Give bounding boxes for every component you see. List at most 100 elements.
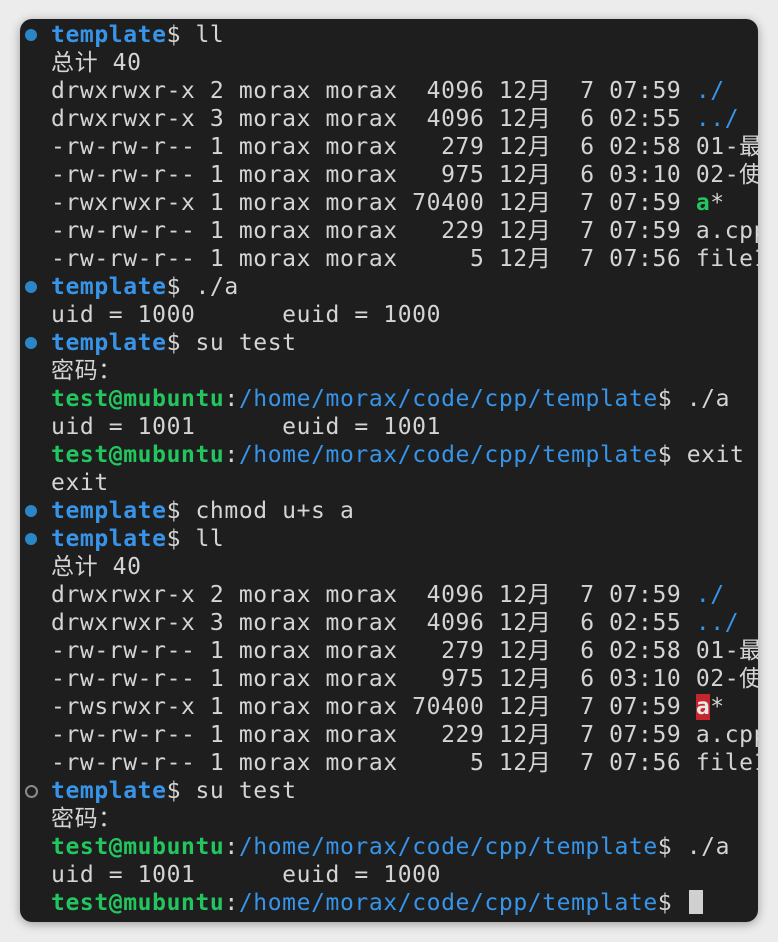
output-text: exit xyxy=(51,470,109,496)
prompt-path: /home/morax/code/cpp/template xyxy=(238,442,658,468)
ls-entry-meta: -rwsrwxr-x 1 morax morax 70400 12月 7 07:… xyxy=(51,694,696,720)
command-marker-filled-icon[interactable] xyxy=(25,29,37,41)
prompt-symbol: $ xyxy=(657,386,673,412)
ls-entry-name: a xyxy=(695,190,711,216)
command-text: ll xyxy=(181,526,225,552)
prompt-symbol: $ xyxy=(166,778,182,804)
ls-entry: -rw-rw-r-- 1 morax morax 279 12月 6 02:58… xyxy=(20,637,758,665)
command-marker-filled-icon[interactable] xyxy=(25,281,37,293)
command-text: ./a xyxy=(181,274,239,300)
ls-entry: -rw-rw-r-- 1 morax morax 279 12月 6 02:58… xyxy=(20,133,758,161)
output-text: 密码： xyxy=(51,806,122,832)
prompt-user-host: test@mubuntu xyxy=(51,890,225,916)
text-cursor[interactable] xyxy=(688,890,703,914)
prompt-cwd: template xyxy=(51,526,167,552)
ls-entry-meta: -rw-rw-r-- 1 morax morax 279 12月 6 02:58 xyxy=(51,134,696,160)
user-prompt-line: test@mubuntu:/home/morax/code/cpp/templa… xyxy=(20,385,758,413)
command-text: exit xyxy=(672,442,745,468)
prompt-line: template$ ll xyxy=(20,21,758,49)
ls-entry-name: file1 xyxy=(695,246,758,272)
command-text: ./a xyxy=(672,386,731,412)
command-text: chmod u+s a xyxy=(181,498,355,524)
ls-entry-suffix: * xyxy=(710,190,725,216)
command-marker-filled-icon[interactable] xyxy=(25,533,37,545)
ls-entry-suffix: * xyxy=(710,694,725,720)
prompt-colon: : xyxy=(224,386,239,412)
output-text: uid = 1000 euid = 1000 xyxy=(51,302,442,328)
ls-entry-name: a.cpp xyxy=(695,722,758,748)
ls-entry-meta: -rw-rw-r-- 1 morax morax 975 12月 6 03:10 xyxy=(51,162,696,188)
command-marker-filled-icon[interactable] xyxy=(25,505,37,517)
command-marker-hollow-icon[interactable] xyxy=(25,785,38,798)
prompt-user-host: test@mubuntu xyxy=(51,442,225,468)
prompt-symbol: $ xyxy=(166,274,182,300)
prompt-path: /home/morax/code/cpp/template xyxy=(238,834,658,860)
command-text: su test xyxy=(181,778,297,804)
command-text: ll xyxy=(181,22,225,48)
command-text: su test xyxy=(181,330,297,356)
prompt-symbol: $ xyxy=(657,890,673,916)
ls-entry-meta: -rw-rw-r-- 1 morax morax 975 12月 6 03:10 xyxy=(51,666,696,692)
prompt-cwd: template xyxy=(51,498,167,524)
command-marker-filled-icon[interactable] xyxy=(25,337,37,349)
prompt-line: template$ su test xyxy=(20,777,758,805)
ls-entry-meta: drwxrwxr-x 2 morax morax 4096 12月 7 07:5… xyxy=(51,78,696,104)
prompt-cwd: template xyxy=(51,22,167,48)
prompt-line: template$ ./a xyxy=(20,273,758,301)
ls-entry-name: 02-使用 xyxy=(695,666,758,692)
ls-entry: drwxrwxr-x 2 morax morax 4096 12月 7 07:5… xyxy=(20,77,758,105)
ls-entry-meta: -rwxrwxr-x 1 morax morax 70400 12月 7 07:… xyxy=(51,190,696,216)
prompt-colon: : xyxy=(224,442,239,468)
command-text: ./a xyxy=(672,834,731,860)
output-line: 总计 40 xyxy=(20,49,758,77)
prompt-colon: : xyxy=(224,834,239,860)
user-prompt-line: test@mubuntu:/home/morax/code/cpp/templa… xyxy=(20,441,758,469)
output-line: 密码： xyxy=(20,805,758,833)
prompt-symbol: $ xyxy=(657,834,673,860)
ls-entry-name: 02-使用 xyxy=(695,162,758,188)
prompt-symbol: $ xyxy=(166,526,182,552)
output-line: uid = 1000 euid = 1000 xyxy=(20,301,758,329)
output-text: 总计 40 xyxy=(51,554,142,580)
output-text: 总计 40 xyxy=(51,50,142,76)
prompt-cwd: template xyxy=(51,778,167,804)
output-line: 总计 40 xyxy=(20,553,758,581)
prompt-path: /home/morax/code/cpp/template xyxy=(238,386,658,412)
ls-entry-name: ./ xyxy=(695,582,725,608)
terminal-window[interactable]: template$ ll 总计 40 drwxrwxr-x 2 morax mora… xyxy=(20,19,758,922)
ls-entry-meta: -rw-rw-r-- 1 morax morax 5 12月 7 07:56 xyxy=(51,750,696,776)
ls-entry: -rw-rw-r-- 1 morax morax 5 12月 7 07:56 f… xyxy=(20,245,758,273)
prompt-symbol: $ xyxy=(166,330,182,356)
prompt-symbol: $ xyxy=(166,498,182,524)
ls-entry-meta: -rw-rw-r-- 1 morax morax 229 12月 7 07:59 xyxy=(51,722,696,748)
prompt-user-host: test@mubuntu xyxy=(51,834,225,860)
ls-entry-name: 01-最简 xyxy=(695,638,758,664)
ls-entry: -rwsrwxr-x 1 morax morax 70400 12月 7 07:… xyxy=(20,693,758,721)
ls-entry: -rw-rw-r-- 1 morax morax 975 12月 6 03:10… xyxy=(20,161,758,189)
ls-entry: -rwxrwxr-x 1 morax morax 70400 12月 7 07:… xyxy=(20,189,758,217)
prompt-colon: : xyxy=(224,890,239,916)
prompt-path: /home/morax/code/cpp/template xyxy=(238,890,658,916)
ls-entry: -rw-rw-r-- 1 morax morax 229 12月 7 07:59… xyxy=(20,721,758,749)
output-text: uid = 1001 euid = 1000 xyxy=(51,862,442,888)
output-text: 密码： xyxy=(51,358,122,384)
prompt-cwd: template xyxy=(51,274,167,300)
output-line: uid = 1001 euid = 1001 xyxy=(20,413,758,441)
ls-entry-name: 01-最简 xyxy=(695,134,758,160)
prompt-line: template$ su test xyxy=(20,329,758,357)
prompt-cwd: template xyxy=(51,330,167,356)
ls-entry: drwxrwxr-x 3 morax morax 4096 12月 6 02:5… xyxy=(20,609,758,637)
prompt-line: template$ chmod u+s a xyxy=(20,497,758,525)
prompt-symbol: $ xyxy=(166,22,182,48)
output-line: exit xyxy=(20,469,758,497)
ls-entry-name: ./ xyxy=(695,78,725,104)
ls-entry: -rw-rw-r-- 1 morax morax 229 12月 7 07:59… xyxy=(20,217,758,245)
ls-entry-name: ../ xyxy=(695,610,740,636)
ls-entry-name: ../ xyxy=(695,106,740,132)
command-text xyxy=(672,890,686,916)
prompt-symbol: $ xyxy=(657,442,673,468)
output-line: uid = 1001 euid = 1000 xyxy=(20,861,758,889)
output-text: uid = 1001 euid = 1001 xyxy=(51,414,442,440)
ls-entry: -rw-rw-r-- 1 morax morax 5 12月 7 07:56 f… xyxy=(20,749,758,777)
ls-entry: -rw-rw-r-- 1 morax morax 975 12月 6 03:10… xyxy=(20,665,758,693)
